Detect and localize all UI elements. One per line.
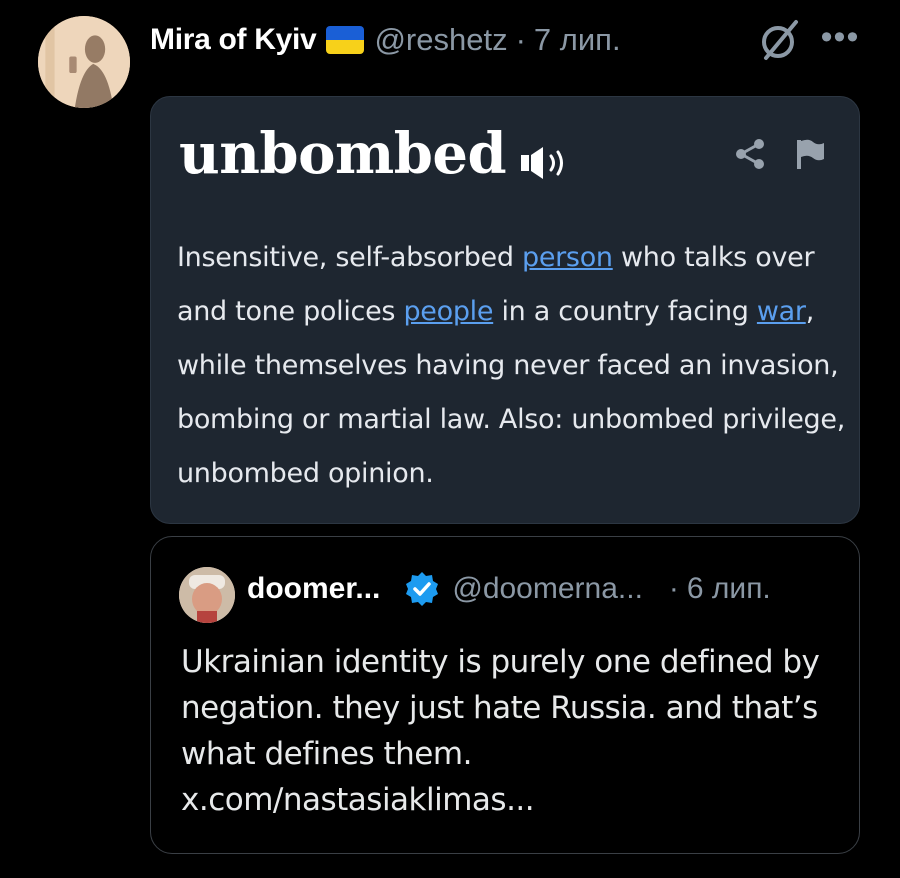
- quoted-author-avatar[interactable]: [179, 567, 235, 623]
- author-handle[interactable]: @reshetz: [374, 22, 507, 58]
- definition-text: Insensitive, self-absorbed person who ta…: [177, 242, 845, 489]
- definition-card[interactable]: unbombed Insensitive, self-absorbed pers…: [150, 96, 860, 524]
- report-flag-icon[interactable]: [793, 137, 827, 171]
- quoted-post-text: Ukrainian identity is purely one defined…: [181, 644, 820, 818]
- verified-badge-icon: [404, 571, 440, 607]
- link-people[interactable]: people: [403, 296, 493, 327]
- quoted-author-handle[interactable]: @doomerna...: [452, 572, 643, 606]
- ukraine-flag-icon: [326, 26, 365, 54]
- separator-dot: ·: [515, 22, 526, 57]
- link-war[interactable]: war: [757, 296, 806, 327]
- post-date[interactable]: 7 лип.: [534, 22, 621, 58]
- author-display-name[interactable]: Mira of Kyiv: [150, 23, 317, 57]
- defined-word: unbombed: [179, 121, 507, 187]
- more-options-icon[interactable]: •••: [818, 20, 862, 58]
- grok-icon[interactable]: [758, 18, 802, 62]
- quoted-post-card[interactable]: doomer... @doomerna... · 6 лип. Ukrainia…: [150, 536, 860, 854]
- speaker-icon[interactable]: [519, 145, 575, 181]
- link-person[interactable]: person: [522, 242, 613, 273]
- separator-dot: ·: [668, 572, 679, 605]
- share-icon[interactable]: [733, 137, 767, 171]
- quoted-post-header: doomer... @doomerna... · 6 лип.: [247, 571, 771, 607]
- author-avatar[interactable]: [38, 16, 130, 108]
- post-header: Mira of Kyiv @reshetz · 7 лип.: [150, 18, 621, 62]
- quoted-post-date[interactable]: 6 лип.: [687, 572, 771, 606]
- quoted-author-name[interactable]: doomer...: [247, 572, 380, 606]
